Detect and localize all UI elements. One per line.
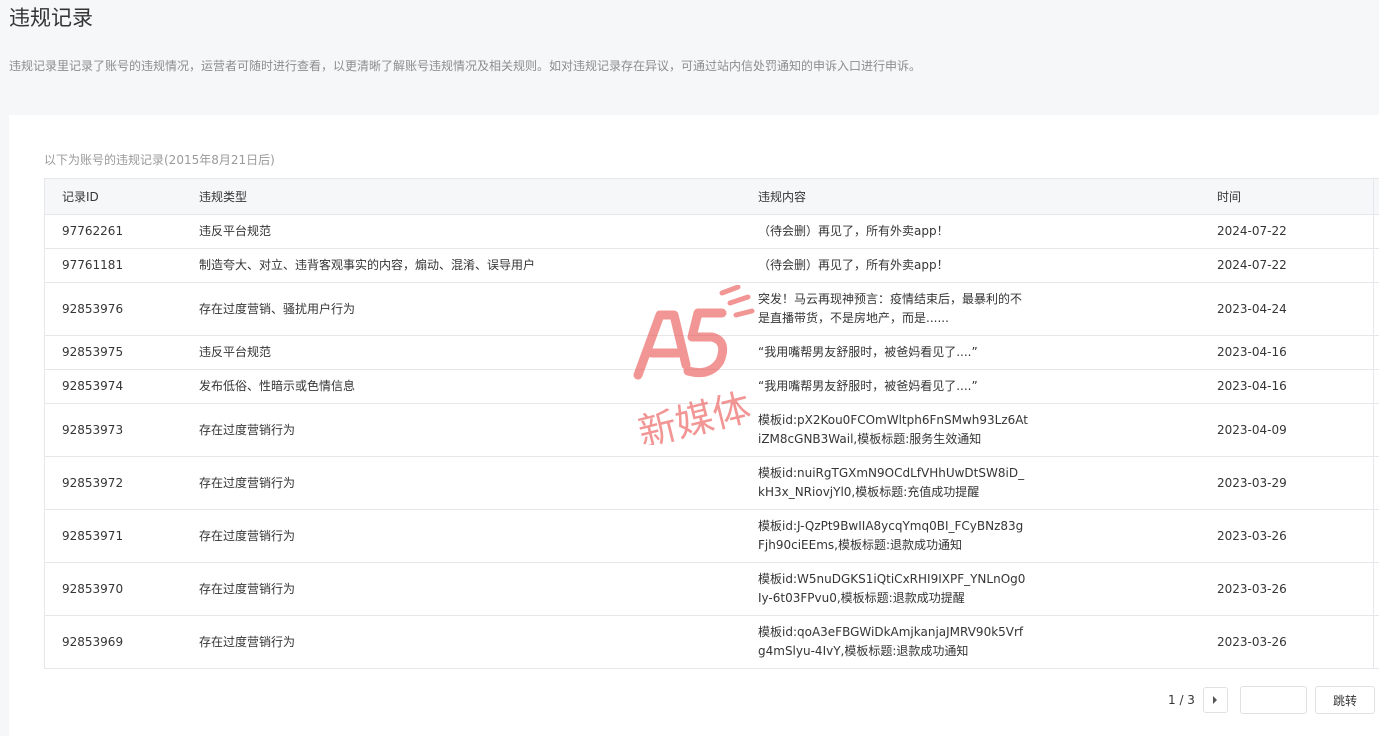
jump-button[interactable]: 跳转 <box>1314 686 1375 714</box>
table-row: 92853976 存在过度营销、骚扰用户行为 突发！马云再现神预言：疫情结束后，… <box>44 282 1379 336</box>
header-record-id: 记录ID <box>44 178 199 215</box>
violation-type: 存在过度营销行为 <box>199 615 758 669</box>
record-time: 2023-04-24 <box>1217 282 1379 336</box>
record-id: 92853974 <box>44 369 199 404</box>
pagination: 1 / 3 跳转 <box>1168 686 1375 714</box>
table-header-row: 记录ID 违规类型 违规内容 时间 <box>44 178 1379 215</box>
violation-type: 存在过度营销行为 <box>199 562 758 616</box>
record-id: 97761181 <box>44 248 199 283</box>
header-time: 时间 <box>1217 178 1379 215</box>
table-row: 92853974 发布低俗、性暗示或色情信息 “我用嘴帮男友舒服时，被爸妈看见了… <box>44 369 1379 404</box>
record-time: 2023-04-16 <box>1217 335 1379 370</box>
header-violation-content: 违规内容 <box>758 178 1217 215</box>
table-row: 92853971 存在过度营销行为 模板id:J-QzPt9BwIIA8ycqY… <box>44 509 1379 563</box>
record-time: 2023-03-26 <box>1217 509 1379 563</box>
records-caption: 以下为账号的违规记录(2015年8月21日后) <box>44 153 275 167</box>
record-id: 92853976 <box>44 282 199 336</box>
record-id: 92853972 <box>44 456 199 510</box>
page-indicator: 1 / 3 <box>1168 693 1195 707</box>
record-id: 92853975 <box>44 335 199 370</box>
record-id: 92853973 <box>44 403 199 457</box>
record-time: 2023-03-26 <box>1217 615 1379 669</box>
violation-content: 模板id:pX2Kou0FCOmWltph6FnSMwh93Lz6AtiZM8c… <box>758 413 1028 446</box>
table-row: 92853973 存在过度营销行为 模板id:pX2Kou0FCOmWltph6… <box>44 403 1379 457</box>
violation-content: 模板id:J-QzPt9BwIIA8ycqYmq0BI_FCyBNz83gFjh… <box>758 519 1024 552</box>
violation-content: （待会删）再见了，所有外卖app！ <box>758 258 949 272</box>
record-time: 2024-07-22 <box>1217 248 1379 283</box>
record-id: 97762261 <box>44 214 199 249</box>
table-row: 92853972 存在过度营销行为 模板id:nuiRgTGXmN9OCdLfV… <box>44 456 1379 510</box>
violation-content: 突发！马云再现神预言：疫情结束后，最暴利的不是直播带货，不是房地产，而是....… <box>758 292 1023 325</box>
chevron-right-icon <box>1213 696 1218 704</box>
violation-content: （待会删）再见了，所有外卖app！ <box>758 224 949 238</box>
violation-type: 发布低俗、性暗示或色情信息 <box>199 369 758 404</box>
table-border-right <box>1373 178 1374 669</box>
page-description: 违规记录里记录了账号的违规情况，运营者可随时进行查看，以更清晰了解账号违规情况及… <box>9 59 922 73</box>
next-page-button[interactable] <box>1202 687 1228 713</box>
violation-type: 存在过度营销行为 <box>199 403 758 457</box>
violation-type: 违反平台规范 <box>199 335 758 370</box>
violation-type: 存在过度营销行为 <box>199 456 758 510</box>
page-header: 违规记录 违规记录里记录了账号的违规情况，运营者可随时进行查看，以更清晰了解账号… <box>0 0 1379 115</box>
record-time: 2023-04-09 <box>1217 403 1379 457</box>
records-card: 以下为账号的违规记录(2015年8月21日后) 记录ID 违规类型 违规内容 时… <box>9 115 1379 736</box>
page-number-input[interactable] <box>1239 686 1307 714</box>
records-table: 记录ID 违规类型 违规内容 时间 97762261 违反平台规范 （待会删）再… <box>44 178 1379 669</box>
violation-content: “我用嘴帮男友舒服时，被爸妈看见了....” <box>758 345 978 359</box>
record-id: 92853969 <box>44 615 199 669</box>
record-time: 2023-03-29 <box>1217 456 1379 510</box>
table-row: 92853970 存在过度营销行为 模板id:W5nuDGKS1iQtiCxRH… <box>44 562 1379 616</box>
record-time: 2024-07-22 <box>1217 214 1379 249</box>
table-row: 92853975 违反平台规范 “我用嘴帮男友舒服时，被爸妈看见了....” 2… <box>44 335 1379 370</box>
violation-type: 存在过度营销、骚扰用户行为 <box>199 282 758 336</box>
table-row: 92853969 存在过度营销行为 模板id:qoA3eFBGWiDkAmjka… <box>44 615 1379 669</box>
record-id: 92853971 <box>44 509 199 563</box>
record-time: 2023-04-16 <box>1217 369 1379 404</box>
violation-content: 模板id:qoA3eFBGWiDkAmjkanjaJMRV90k5Vrfg4mS… <box>758 625 1024 658</box>
table-border-left <box>44 178 45 669</box>
record-id: 92853970 <box>44 562 199 616</box>
violation-type: 存在过度营销行为 <box>199 509 758 563</box>
table-row: 97761181 制造夸大、对立、违背客观事实的内容，煽动、混淆、误导用户 （待… <box>44 248 1379 283</box>
violation-content: “我用嘴帮男友舒服时，被爸妈看见了....” <box>758 379 978 393</box>
table-row: 97762261 违反平台规范 （待会删）再见了，所有外卖app！ 2024-0… <box>44 214 1379 249</box>
violation-content: 模板id:nuiRgTGXmN9OCdLfVHhUwDtSW8iD_kH3x_N… <box>758 466 1025 499</box>
violation-content: 模板id:W5nuDGKS1iQtiCxRHI9IXPF_YNLnOg0Iy-6… <box>758 572 1026 605</box>
violation-type: 制造夸大、对立、违背客观事实的内容，煽动、混淆、误导用户 <box>199 248 758 283</box>
header-violation-type: 违规类型 <box>199 178 758 215</box>
record-time: 2023-03-26 <box>1217 562 1379 616</box>
page-title: 违规记录 <box>9 6 93 30</box>
violation-type: 违反平台规范 <box>199 214 758 249</box>
